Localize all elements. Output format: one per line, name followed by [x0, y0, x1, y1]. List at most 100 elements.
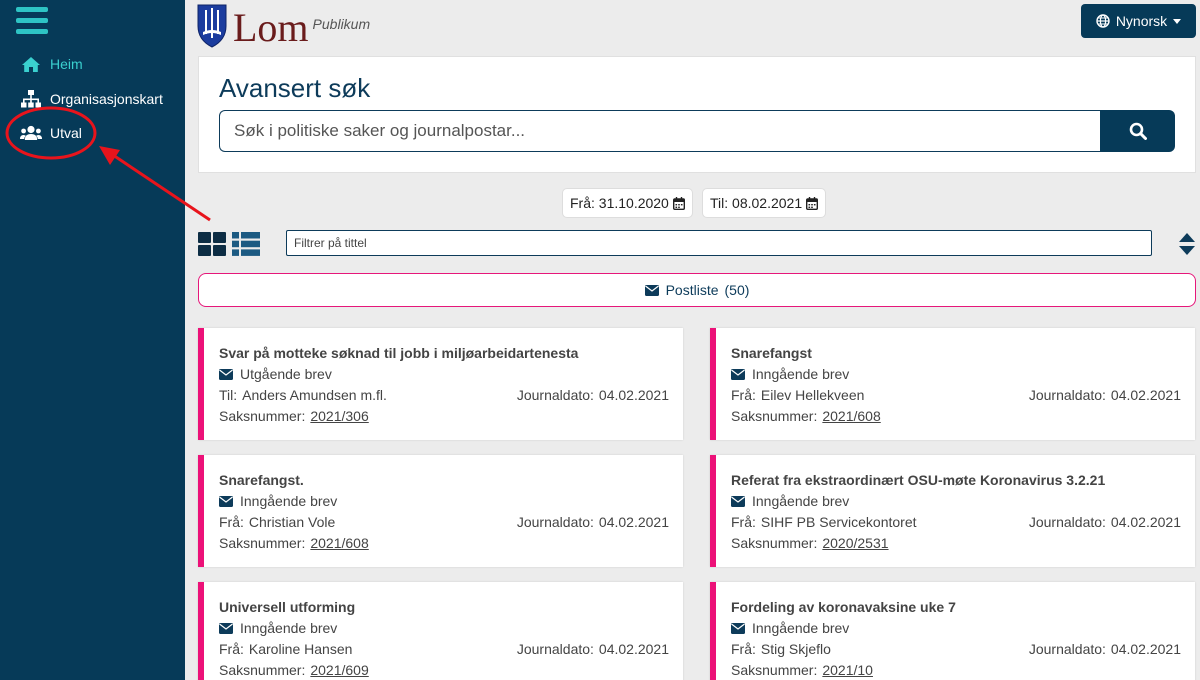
card-journaldato-label: Journaldato: [516, 514, 594, 530]
lom-coat-of-arms-icon [197, 4, 227, 48]
card-party-label: Frå: [219, 641, 244, 657]
journal-card[interactable]: Universell utforming Inngående brev Frå: Ka… [198, 582, 683, 680]
card-party-value: SIHF PB Servicekontoret [760, 514, 917, 530]
card-saksnummer-link[interactable]: 2021/608 [310, 535, 368, 551]
card-saksnummer-link[interactable]: 2021/10 [822, 662, 873, 678]
sitemap-icon [20, 90, 42, 108]
card-saksnummer-link[interactable]: 2021/608 [822, 408, 880, 424]
sidebar-item-organisasjonskart[interactable]: Organisasjonskart [20, 87, 163, 111]
card-type-label: Inngående brev [752, 493, 850, 509]
card-type-label: Inngående brev [240, 620, 338, 636]
envelope-icon [731, 368, 745, 380]
card-party: Frå: Eilev Hellekveen [731, 387, 864, 403]
filter-title-input[interactable] [286, 230, 1152, 256]
card-party: Frå: Stig Skjeflo [731, 641, 831, 657]
chevron-down-icon [1173, 18, 1182, 24]
card-party-label: Frå: [219, 514, 244, 530]
card-journaldato-label: Journaldato: [1028, 641, 1106, 657]
card-document-type: Inngående brev [731, 620, 849, 636]
sidebar-item-utval[interactable]: Utval [20, 121, 82, 145]
card-title[interactable]: Referat fra ekstraordinært OSU-møte Koro… [731, 472, 1105, 488]
sort-icon[interactable] [1178, 232, 1196, 256]
sidebar: Heim Organisasjonskart Utval [0, 0, 185, 680]
card-journal-date: Journaldato: 04.02.2021 [517, 641, 669, 657]
card-saksnummer-link[interactable]: 2021/306 [310, 408, 368, 424]
date-to-picker[interactable]: Til: 08.02.2021 [702, 188, 827, 218]
card-title[interactable]: Fordeling av koronavaksine uke 7 [731, 599, 956, 615]
card-party-label: Frå: [731, 387, 756, 403]
card-saksnummer-link[interactable]: 2020/2531 [822, 535, 888, 551]
card-party-value: Stig Skjeflo [760, 641, 831, 657]
card-saksnummer-label: Saksnummer: [219, 408, 306, 424]
card-party-value: Christian Vole [248, 514, 336, 530]
card-party-label: Frå: [731, 514, 756, 530]
search-input[interactable] [219, 110, 1101, 152]
advanced-search-panel: Avansert søk [198, 56, 1196, 173]
date-to-label: Til: 08.02.2021 [710, 195, 803, 211]
journal-card[interactable]: Referat fra ekstraordinært OSU-møte Koro… [710, 455, 1195, 567]
card-saksnummer-label: Saksnummer: [219, 662, 306, 678]
card-party: Til: Anders Amundsen m.fl. [219, 387, 387, 403]
search-button[interactable] [1100, 110, 1175, 152]
lom-logo[interactable]: Lom Publikum [197, 2, 370, 48]
card-journaldato-value: 04.02.2021 [1110, 514, 1181, 530]
card-journal-date: Journaldato: 04.02.2021 [517, 387, 669, 403]
journal-card[interactable]: Snarefangst. Inngående brev Frå: Christian … [198, 455, 683, 567]
sidebar-item-label: Heim [50, 56, 83, 72]
card-journaldato-value: 04.02.2021 [598, 514, 669, 530]
card-title[interactable]: Snarefangst. [219, 472, 304, 488]
logo-text: Lom [233, 5, 309, 50]
card-journal-date: Journaldato: 04.02.2021 [1029, 641, 1181, 657]
menu-toggle-icon[interactable] [16, 7, 48, 35]
home-icon [20, 55, 42, 73]
journal-card[interactable]: Snarefangst Inngående brev Frå: Eilev Helle… [710, 328, 1195, 440]
calendar-icon [806, 196, 819, 210]
users-icon [20, 124, 42, 142]
calendar-icon [672, 196, 685, 210]
card-case-number: Saksnummer: 2021/609 [219, 662, 369, 678]
card-title[interactable]: Snarefangst [731, 345, 812, 361]
card-saksnummer-link[interactable]: 2021/609 [310, 662, 368, 678]
date-from-picker[interactable]: Frå: 31.10.2020 [562, 188, 693, 218]
card-party-value: Anders Amundsen m.fl. [242, 387, 387, 403]
card-journaldato-label: Journaldato: [1028, 387, 1106, 403]
card-journal-date: Journaldato: 04.02.2021 [1029, 514, 1181, 530]
card-party-value: Eilev Hellekveen [760, 387, 865, 403]
card-journaldato-label: Journaldato: [516, 641, 594, 657]
sidebar-item-label: Utval [50, 125, 82, 141]
postliste-tab[interactable]: Postliste (50) [198, 273, 1196, 307]
card-document-type: Inngående brev [731, 366, 849, 382]
date-from-label: Frå: 31.10.2020 [570, 195, 669, 211]
page-title: Avansert søk [219, 73, 371, 103]
card-party-label: Frå: [731, 641, 756, 657]
card-type-label: Inngående brev [240, 493, 338, 509]
journal-card[interactable]: Fordeling av koronavaksine uke 7 Inngåend… [710, 582, 1195, 680]
envelope-icon [731, 622, 745, 634]
card-case-number: Saksnummer: 2020/2531 [731, 535, 889, 551]
card-title[interactable]: Universell utforming [219, 599, 355, 615]
card-party: Frå: SIHF PB Servicekontoret [731, 514, 917, 530]
envelope-icon [219, 368, 233, 380]
language-label: Nynorsk [1115, 13, 1168, 29]
card-document-type: Inngående brev [219, 493, 337, 509]
envelope-icon [731, 495, 745, 507]
card-saksnummer-label: Saksnummer: [219, 535, 306, 551]
card-case-number: Saksnummer: 2021/10 [731, 662, 873, 678]
list-view-icon[interactable] [232, 232, 260, 256]
postliste-count: (50) [724, 282, 750, 298]
card-title[interactable]: Svar på motteke søknad til jobb i miljøa… [219, 345, 578, 361]
card-journaldato-value: 04.02.2021 [598, 387, 669, 403]
card-type-label: Inngående brev [752, 620, 850, 636]
card-case-number: Saksnummer: 2021/608 [219, 535, 369, 551]
grid-view-icon[interactable] [198, 232, 226, 256]
card-saksnummer-label: Saksnummer: [731, 662, 818, 678]
globe-icon [1096, 14, 1110, 28]
card-type-label: Inngående brev [752, 366, 850, 382]
card-case-number: Saksnummer: 2021/608 [731, 408, 881, 424]
language-dropdown[interactable]: Nynorsk [1081, 4, 1196, 38]
card-party: Frå: Christian Vole [219, 514, 335, 530]
envelope-icon [219, 622, 233, 634]
journal-card[interactable]: Svar på motteke søknad til jobb i miljøa… [198, 328, 683, 440]
card-saksnummer-label: Saksnummer: [731, 408, 818, 424]
sidebar-item-heim[interactable]: Heim [20, 52, 83, 76]
